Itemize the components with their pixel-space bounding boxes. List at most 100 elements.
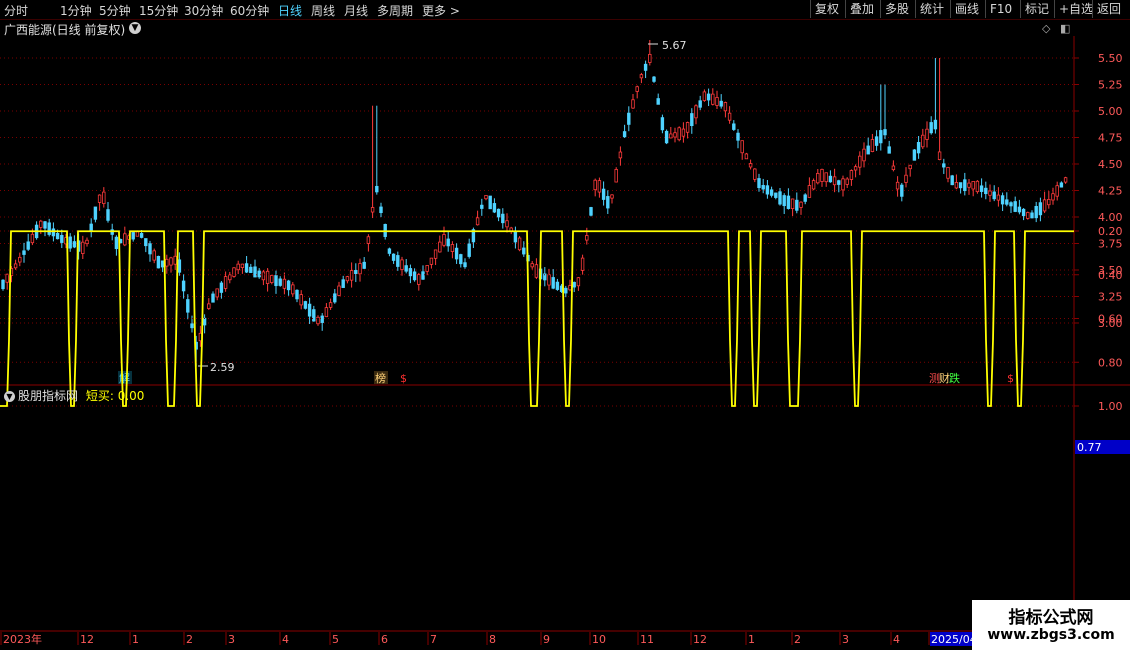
tab-more[interactable]: 更多 > <box>422 2 460 19</box>
candle-body <box>324 307 329 318</box>
time-label: 10 <box>592 633 606 646</box>
candle-body <box>89 223 93 232</box>
tab-15min[interactable]: 15分钟 <box>139 2 178 19</box>
candle-body <box>286 280 291 291</box>
marker-finance[interactable]: 财 <box>939 371 950 385</box>
candle-body <box>198 332 203 342</box>
tab-intraday[interactable]: 分时 <box>4 2 28 19</box>
low-price-label: 2.59 <box>210 361 235 374</box>
low-annotation: 2.59 <box>198 361 235 374</box>
candle-body <box>387 248 392 254</box>
mark-button[interactable]: 标记 <box>1020 0 1053 18</box>
candle-body <box>895 181 900 190</box>
multi-stock-button[interactable]: 多股 <box>880 0 913 18</box>
candle-body <box>165 258 169 267</box>
tab-30min[interactable]: 30分钟 <box>184 2 223 19</box>
candle-body <box>828 175 833 183</box>
candle-body <box>429 257 434 265</box>
candle-body <box>685 122 690 133</box>
candle-body <box>236 263 240 271</box>
chevron-down-icon[interactable]: ▼ <box>129 22 141 34</box>
candle-body <box>845 178 849 185</box>
candle-body <box>866 145 870 155</box>
candle-body <box>160 260 165 268</box>
candle-body <box>879 130 883 144</box>
add-watchlist-button[interactable]: +自选 <box>1054 0 1097 18</box>
chevron-down-icon[interactable]: ▼ <box>4 391 15 402</box>
candle-body <box>1055 185 1059 197</box>
candle-body <box>618 151 623 159</box>
candle-body <box>454 247 459 260</box>
candle-body <box>643 63 648 71</box>
candle-body <box>484 195 488 200</box>
tab-5min[interactable]: 5分钟 <box>99 2 131 19</box>
restore-rights-button[interactable]: 复权 <box>810 0 843 18</box>
candle-body <box>152 250 156 261</box>
event-markers: 解 榜 $ 测 财 跌 $ <box>118 371 1014 385</box>
indicator-axis: 1.00 0.80 0.60 0.40 0.20 <box>1074 225 1123 413</box>
candle-body <box>1047 198 1051 206</box>
candle-body <box>55 233 60 240</box>
candle-body <box>68 236 72 249</box>
candle-body <box>349 270 354 281</box>
candle-body <box>425 265 429 272</box>
time-label: 5 <box>332 633 339 646</box>
candle-body <box>270 275 274 283</box>
price-tick-label: 3.50 <box>1098 264 1123 277</box>
candle-body <box>488 195 492 210</box>
tab-multi-period[interactable]: 多周期 <box>377 2 413 19</box>
tab-monthly[interactable]: 月线 <box>344 2 368 19</box>
statistics-button[interactable]: 统计 <box>915 0 948 18</box>
candle-body <box>597 180 602 193</box>
candle-body <box>370 207 375 213</box>
candle-body <box>967 182 971 188</box>
tab-60min[interactable]: 60分钟 <box>230 2 269 19</box>
candle-body <box>1051 193 1055 201</box>
candle-body <box>937 151 942 160</box>
candle-body <box>26 241 30 250</box>
time-label: 8 <box>489 633 496 646</box>
marker-dividend-2[interactable]: $ <box>1007 372 1014 385</box>
marker-dividend[interactable]: $ <box>400 372 407 385</box>
marker-unlock[interactable]: 解 <box>119 371 130 385</box>
candle-body <box>568 285 572 291</box>
candle-body <box>1063 177 1068 183</box>
candle-body <box>85 239 89 245</box>
draw-line-button[interactable]: 画线 <box>950 0 983 18</box>
diamond-icon[interactable]: ◇ <box>1042 22 1050 35</box>
candle-body <box>740 140 744 154</box>
candle-body <box>60 235 64 243</box>
candle-body <box>9 268 14 277</box>
kline-chart[interactable]: 5.50 5.25 5.00 4.75 4.50 4.25 4.00 3.75 3.50 3.25… <box>0 0 1130 650</box>
candle-body <box>765 185 770 195</box>
marker-limit-down[interactable]: 跌 <box>949 371 960 385</box>
candle-body <box>463 262 467 268</box>
tab-1min[interactable]: 1分钟 <box>60 2 92 19</box>
candle-body <box>186 299 190 313</box>
back-button[interactable]: 返回 <box>1092 0 1125 18</box>
candle-body <box>841 178 845 191</box>
tab-daily[interactable]: 日线 <box>278 2 302 19</box>
time-label: 3 <box>842 633 849 646</box>
candle-body <box>610 194 614 199</box>
time-label: 9 <box>543 633 550 646</box>
candle-body <box>984 187 988 195</box>
indicator-title-bar: ▼ 股朋指标网 短买: 0.00 <box>4 387 144 404</box>
candle-body <box>1009 202 1013 207</box>
indicator-tick-label: 0.20 <box>1098 225 1123 238</box>
tab-weekly[interactable]: 周线 <box>311 2 335 19</box>
candle-body <box>47 222 51 235</box>
price-tick-label: 3.00 <box>1098 317 1123 330</box>
panel-toggle-icon[interactable]: ◧ <box>1060 22 1070 35</box>
overlay-button[interactable]: 叠加 <box>845 0 878 18</box>
candle-body <box>177 259 182 273</box>
candle-body <box>341 279 345 288</box>
candle-body <box>223 276 228 289</box>
candle-body <box>169 257 173 266</box>
marker-forecast[interactable]: 测 <box>929 372 940 385</box>
marker-list[interactable]: 榜 <box>375 371 386 385</box>
candle-body <box>635 86 639 92</box>
f10-button[interactable]: F10 <box>985 0 1016 18</box>
candle-body <box>417 274 421 285</box>
candle-body <box>81 241 85 254</box>
